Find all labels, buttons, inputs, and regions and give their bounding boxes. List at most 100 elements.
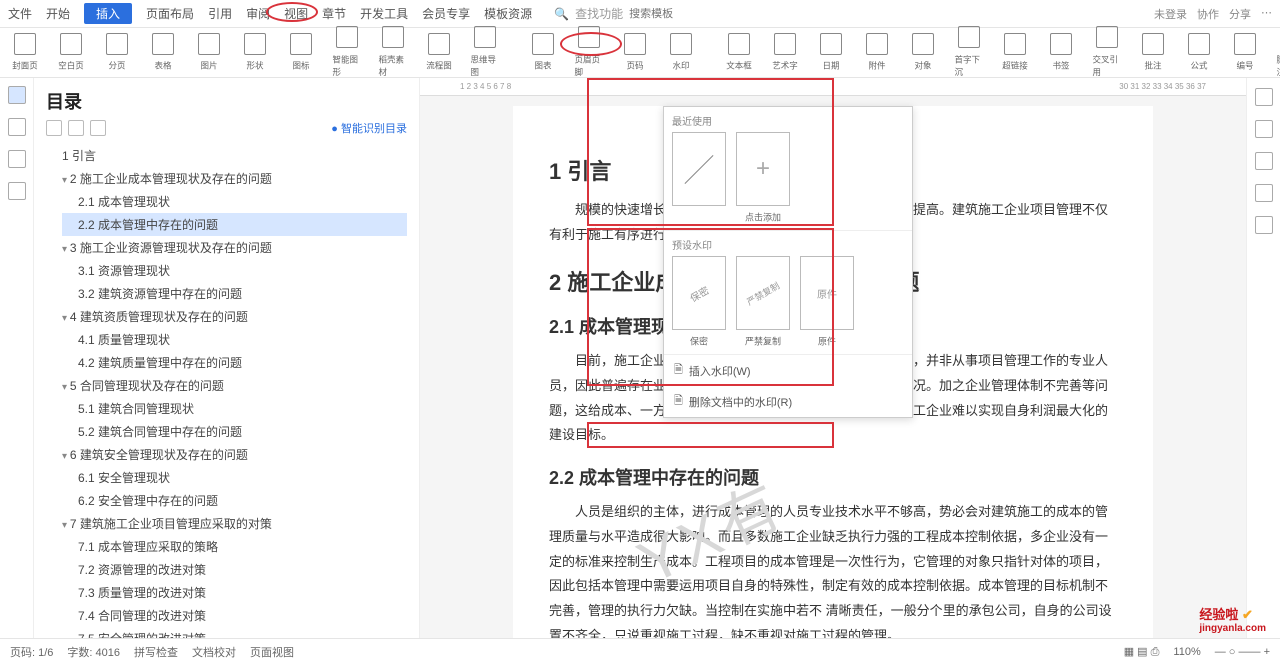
- outline-item[interactable]: 7.5 安全管理的改进对策: [62, 627, 407, 638]
- share-icon[interactable]: 分享: [1229, 6, 1251, 22]
- status-page: 页码: 1/6: [10, 644, 53, 660]
- menu-review[interactable]: 审阅: [246, 5, 270, 22]
- menu-dev[interactable]: 开发工具: [360, 5, 408, 22]
- ribbon-表格[interactable]: 表格: [146, 33, 180, 72]
- search-input[interactable]: [629, 8, 699, 20]
- bookmark-tab-icon[interactable]: [8, 150, 26, 168]
- ribbon-页眉页脚[interactable]: 页眉页脚: [572, 26, 606, 80]
- left-toolbar: [0, 78, 34, 638]
- outline-item[interactable]: 7.2 资源管理的改进对策: [62, 558, 407, 581]
- outline-item[interactable]: 2.2 成本管理中存在的问题: [62, 213, 407, 236]
- ribbon-icon: [1096, 26, 1118, 48]
- ribbon-水印[interactable]: 水印: [664, 33, 698, 72]
- ribbon-页码[interactable]: 页码: [618, 33, 652, 72]
- limit-icon[interactable]: [1255, 184, 1273, 202]
- select-icon[interactable]: [1255, 152, 1273, 170]
- insert-watermark-link[interactable]: 🗎插入水印(W): [664, 355, 912, 386]
- prop-icon[interactable]: [1255, 88, 1273, 106]
- ribbon-稻壳素材[interactable]: 稻壳素材: [376, 26, 410, 80]
- outline-item[interactable]: 6.2 安全管理中存在的问题: [62, 489, 407, 512]
- ribbon-思维导图[interactable]: 思维导图: [468, 26, 502, 80]
- tool-icon[interactable]: [1255, 216, 1273, 234]
- ribbon-艺术字[interactable]: 艺术字: [768, 33, 802, 72]
- page-tab-icon[interactable]: [8, 118, 26, 136]
- outline-item[interactable]: 5.1 建筑合同管理现状: [62, 397, 407, 420]
- view-mode-icons[interactable]: ▦ ▤ ⎙: [1124, 645, 1160, 659]
- ribbon-智能图形[interactable]: 智能图形: [330, 26, 364, 80]
- ribbon-图标[interactable]: 图标: [284, 33, 318, 72]
- outline-item[interactable]: 6 建筑安全管理现状及存在的问题: [62, 443, 407, 466]
- menu-home[interactable]: 开始: [46, 5, 70, 22]
- ribbon-图片[interactable]: 图片: [192, 33, 226, 72]
- ribbon-图表[interactable]: 图表: [526, 33, 560, 72]
- ribbon-超链接[interactable]: 超链接: [998, 33, 1032, 72]
- ribbon-文本框[interactable]: 文本框: [722, 33, 756, 72]
- cloud-icon[interactable]: 未登录: [1154, 6, 1187, 22]
- menu-section[interactable]: 章节: [322, 5, 346, 22]
- zoom-level[interactable]: 110%: [1173, 646, 1200, 658]
- status-mode[interactable]: 页面视图: [250, 644, 294, 660]
- menu-file[interactable]: 文件: [8, 5, 32, 22]
- ribbon-附件[interactable]: 附件: [860, 33, 894, 72]
- outline-item[interactable]: 7.1 成本管理应采取的策略: [62, 535, 407, 558]
- heading-22: 2.2 成本管理中存在的问题: [549, 464, 1117, 490]
- preset-2[interactable]: 严禁复制: [736, 256, 790, 330]
- search-label: 查找功能: [575, 5, 623, 22]
- menu-vip[interactable]: 会员专享: [422, 5, 470, 22]
- outline-item[interactable]: 4.1 质量管理现状: [62, 328, 407, 351]
- add-watermark-thumb[interactable]: +: [736, 132, 790, 206]
- ribbon-批注[interactable]: 批注: [1136, 33, 1170, 72]
- outline-item[interactable]: 5 合同管理现状及存在的问题: [62, 374, 407, 397]
- preset-3[interactable]: 原件: [800, 256, 854, 330]
- collab-icon[interactable]: 协作: [1197, 6, 1219, 22]
- smart-outline-link[interactable]: ● 智能识别目录: [331, 120, 407, 136]
- outline-item[interactable]: 7.4 合同管理的改进对策: [62, 604, 407, 627]
- ribbon-脚注尾注[interactable]: 脚注尾注: [1274, 26, 1280, 80]
- outline-item[interactable]: 3.2 建筑资源管理中存在的问题: [62, 282, 407, 305]
- preset-1[interactable]: 保密: [672, 256, 726, 330]
- ribbon-形状[interactable]: 形状: [238, 33, 272, 72]
- menu-ref[interactable]: 引用: [208, 5, 232, 22]
- ribbon-流程图[interactable]: 流程图: [422, 33, 456, 72]
- status-spell[interactable]: 拼写检查: [134, 644, 178, 660]
- outline-item[interactable]: 1 引言: [62, 144, 407, 167]
- collapse-all-button[interactable]: [46, 120, 62, 136]
- ribbon-书签[interactable]: 书签: [1044, 33, 1078, 72]
- status-words: 字数: 4016: [67, 644, 120, 660]
- outline-item[interactable]: 5.2 建筑合同管理中存在的问题: [62, 420, 407, 443]
- more-icon[interactable]: ⋯: [1261, 6, 1272, 22]
- ribbon-公式[interactable]: 公式: [1182, 33, 1216, 72]
- style-icon[interactable]: [1255, 120, 1273, 138]
- ribbon-封面页[interactable]: 封面页: [8, 33, 42, 72]
- outline-item[interactable]: 4 建筑资质管理现状及存在的问题: [62, 305, 407, 328]
- ribbon-日期[interactable]: 日期: [814, 33, 848, 72]
- outline-item[interactable]: 6.1 安全管理现状: [62, 466, 407, 489]
- expand-all-button[interactable]: [68, 120, 84, 136]
- ribbon-对象[interactable]: 对象: [906, 33, 940, 72]
- outline-item[interactable]: 7.3 质量管理的改进对策: [62, 581, 407, 604]
- outline-item[interactable]: 3.1 资源管理现状: [62, 259, 407, 282]
- menu-layout[interactable]: 页面布局: [146, 5, 194, 22]
- outline-tab-icon[interactable]: [8, 86, 26, 104]
- ribbon-空白页[interactable]: 空白页: [54, 33, 88, 72]
- ribbon-icon: [670, 33, 692, 55]
- ribbon-交叉引用[interactable]: 交叉引用: [1090, 26, 1124, 80]
- ribbon-分页[interactable]: 分页: [100, 33, 134, 72]
- outline-item[interactable]: 3 施工企业资源管理现状及存在的问题: [62, 236, 407, 259]
- outline-item[interactable]: 4.2 建筑质量管理中存在的问题: [62, 351, 407, 374]
- ribbon-首字下沉[interactable]: 首字下沉: [952, 26, 986, 80]
- status-proof[interactable]: 文档校对: [192, 644, 236, 660]
- zoom-slider[interactable]: — ○ —— +: [1215, 646, 1270, 658]
- remove-watermark-link[interactable]: 🗎删除文档中的水印(R): [664, 386, 912, 417]
- document-page[interactable]: 限公司 YX有 1 引言 规模的快速增长，建筑施工企业项目管理的管理水平尚有待提…: [513, 106, 1153, 638]
- menu-insert[interactable]: 插入: [84, 3, 132, 24]
- find-tab-icon[interactable]: [8, 182, 26, 200]
- outline-opt-button[interactable]: [90, 120, 106, 136]
- menu-view[interactable]: 视图: [284, 5, 308, 22]
- outline-item[interactable]: 2 施工企业成本管理现状及存在的问题: [62, 167, 407, 190]
- outline-item[interactable]: 7 建筑施工企业项目管理应采取的对策: [62, 512, 407, 535]
- outline-item[interactable]: 2.1 成本管理现状: [62, 190, 407, 213]
- menu-tpl[interactable]: 模板资源: [484, 5, 532, 22]
- recent-watermark-thumb[interactable]: [672, 132, 726, 206]
- ribbon-编号[interactable]: 编号: [1228, 33, 1262, 72]
